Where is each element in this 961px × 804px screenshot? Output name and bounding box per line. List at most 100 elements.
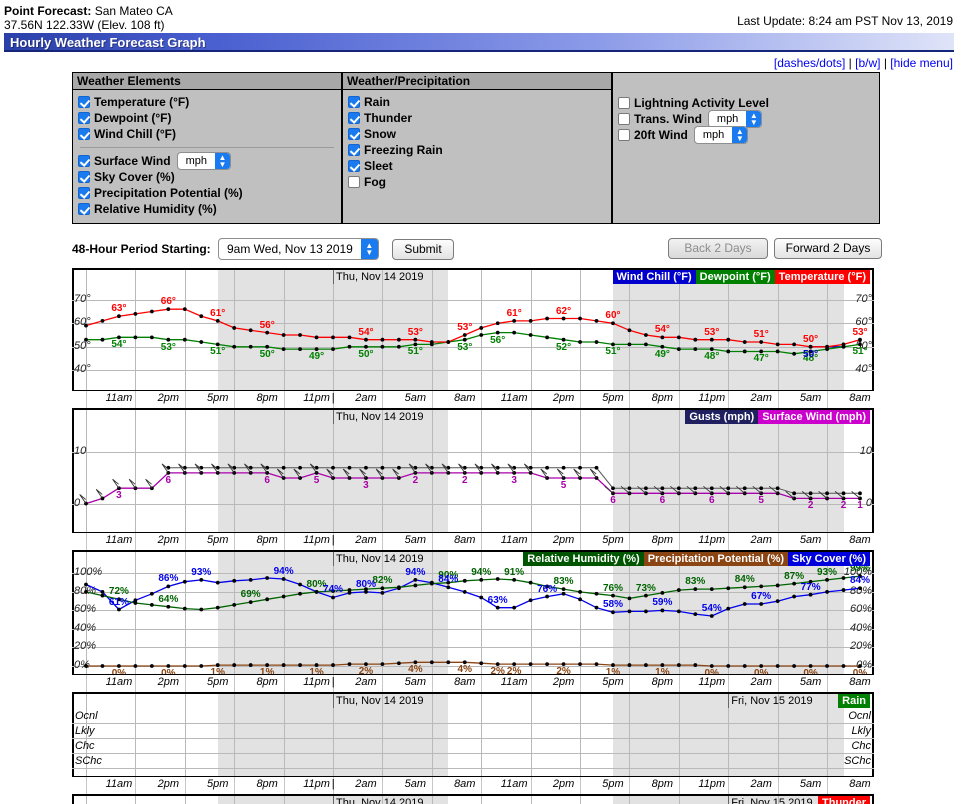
x-axis-tick-mark <box>531 675 532 692</box>
data-point <box>381 591 385 595</box>
dashes-dots-link[interactable]: [dashes/dots] <box>774 56 845 70</box>
wind-barb <box>769 486 778 493</box>
checkbox-row-freezing-rain[interactable]: Freezing Rain <box>348 142 606 158</box>
sleet-checkbox[interactable] <box>348 160 360 172</box>
checkbox-row-sky-cover[interactable]: Sky Cover (%) <box>78 169 336 185</box>
checkbox-row-dewpoint[interactable]: Dewpoint (°F) <box>78 110 336 126</box>
lightning-checkbox[interactable] <box>618 97 630 109</box>
checkbox-row-precip-potential[interactable]: Precipitation Potential (%) <box>78 185 336 201</box>
checkbox-row-rain[interactable]: Rain <box>348 94 606 110</box>
data-point <box>232 663 236 667</box>
data-point <box>660 609 664 613</box>
wind-barb <box>343 469 349 478</box>
trans-wind-checkbox[interactable] <box>618 113 630 125</box>
surface-wind-unit-select[interactable]: mph ▲▼ <box>177 152 231 170</box>
x-axis-tick-label: 8am <box>849 534 870 546</box>
data-point <box>166 584 170 588</box>
sky-cover-checkbox[interactable] <box>78 171 90 183</box>
checkbox-row-surface-wind[interactable]: Surface Wind mph ▲▼ <box>78 153 336 169</box>
back-2-days-button[interactable]: Back 2 Days <box>668 238 768 259</box>
x-axis-tick-label: 5am <box>405 676 426 688</box>
checkbox-row-fog[interactable]: Fog <box>348 174 606 190</box>
forward-2-days-button[interactable]: Forward 2 Days <box>774 238 882 259</box>
twentyft-wind-checkbox[interactable] <box>618 129 630 141</box>
x-axis-tick-mark <box>728 533 729 550</box>
checkbox-row-thunder[interactable]: Thunder <box>348 110 606 126</box>
checkbox-row-wind-chill[interactable]: Wind Chill (°F) <box>78 126 336 142</box>
checkbox-row-trans-wind[interactable]: Trans. Wind mph ▲▼ <box>618 111 874 127</box>
data-point <box>759 340 763 344</box>
data-point <box>611 610 615 614</box>
x-axis-tick-label: 8am <box>849 778 870 790</box>
data-point <box>496 321 500 325</box>
data-point <box>545 595 549 599</box>
legend-item: Wind Chill (°F) <box>613 270 696 284</box>
snow-checkbox[interactable] <box>348 128 360 140</box>
dewpoint-checkbox[interactable] <box>78 112 90 124</box>
data-point <box>150 603 154 607</box>
wind-barb <box>376 469 382 478</box>
x-axis-tick-label: 5pm <box>207 676 228 688</box>
wind-chill-checkbox[interactable] <box>78 128 90 140</box>
x-axis-tick-label: 8pm <box>256 778 277 790</box>
wind-barb <box>129 479 135 488</box>
bw-link[interactable]: [b/w] <box>855 56 880 70</box>
x-axis-tick-mark <box>481 777 482 794</box>
data-point <box>249 345 253 349</box>
relative-humidity-checkbox[interactable] <box>78 203 90 215</box>
freezing-rain-checkbox[interactable] <box>348 144 360 156</box>
data-label: 2% <box>490 666 504 674</box>
checkbox-row-snow[interactable]: Snow <box>348 126 606 142</box>
category-label-right: Lkly <box>851 725 871 737</box>
checkbox-row-20ft-wind[interactable]: 20ft Wind mph ▲▼ <box>618 127 874 143</box>
x-axis-tick-label: 8am <box>454 676 475 688</box>
checkbox-row-relative-humidity[interactable]: Relative Humidity (%) <box>78 201 336 217</box>
data-point <box>743 340 747 344</box>
panel-divider <box>80 147 334 148</box>
fog-checkbox[interactable] <box>348 176 360 188</box>
period-select[interactable]: 9am Wed, Nov 13 2019 ▲▼ <box>218 238 379 260</box>
plot-area-humidity: 0%0%20%20%40%40%60%60%80%80%100%100%Thu,… <box>72 552 874 674</box>
chevron-updown-icon: ▲▼ <box>215 153 230 169</box>
data-point <box>282 347 286 351</box>
data-point <box>315 335 319 339</box>
x-axis-tick-mark <box>234 391 235 408</box>
other-elements-panel: Lightning Activity Level Trans. Wind mph… <box>612 72 880 224</box>
chart-legend: Wind Chill (°F)Dewpoint (°F)Temperature … <box>613 270 871 284</box>
twentyft-wind-unit-select[interactable]: mph ▲▼ <box>694 126 748 144</box>
y-axis-right <box>872 796 874 804</box>
data-label: 51° <box>754 329 769 340</box>
data-point <box>644 663 648 667</box>
data-point <box>134 312 138 316</box>
rain-checkbox[interactable] <box>348 96 360 108</box>
checkbox-row-temperature[interactable]: Temperature (°F) <box>78 94 336 110</box>
x-axis-tick-mark <box>679 777 680 794</box>
weather-precipitation-panel: Weather/Precipitation Rain Thunder Snow … <box>342 72 612 224</box>
checkbox-row-lightning[interactable]: Lightning Activity Level <box>618 95 874 111</box>
checkbox-row-sleet[interactable]: Sleet <box>348 158 606 174</box>
x-axis-tick-mark <box>778 777 779 794</box>
data-point <box>101 594 105 598</box>
surface-wind-checkbox[interactable] <box>78 155 90 167</box>
data-label: 50° <box>803 334 818 345</box>
wind-barb <box>442 464 448 473</box>
x-axis-tick-label: 11pm <box>698 676 725 688</box>
x-axis-tick-mark <box>284 391 285 408</box>
wind-barb <box>819 491 828 498</box>
data-point <box>446 340 450 344</box>
link-separator-1: | <box>849 56 852 70</box>
chevron-updown-icon: ▲▼ <box>732 127 747 143</box>
x-axis-tick-label: 8pm <box>652 534 673 546</box>
x-axis-tick-label: 8pm <box>256 392 277 404</box>
hide-menu-link[interactable]: [hide menu] <box>890 56 953 70</box>
data-point <box>249 663 253 667</box>
x-axis-tick-mark <box>827 777 828 794</box>
submit-button[interactable]: Submit <box>392 239 454 260</box>
data-point <box>298 347 302 351</box>
temperature-checkbox[interactable] <box>78 96 90 108</box>
thunder-checkbox[interactable] <box>348 112 360 124</box>
x-axis-tick-mark <box>827 675 828 692</box>
data-label: 54° <box>358 327 373 338</box>
precip-potential-checkbox[interactable] <box>78 187 90 199</box>
wind-barb <box>557 469 563 478</box>
